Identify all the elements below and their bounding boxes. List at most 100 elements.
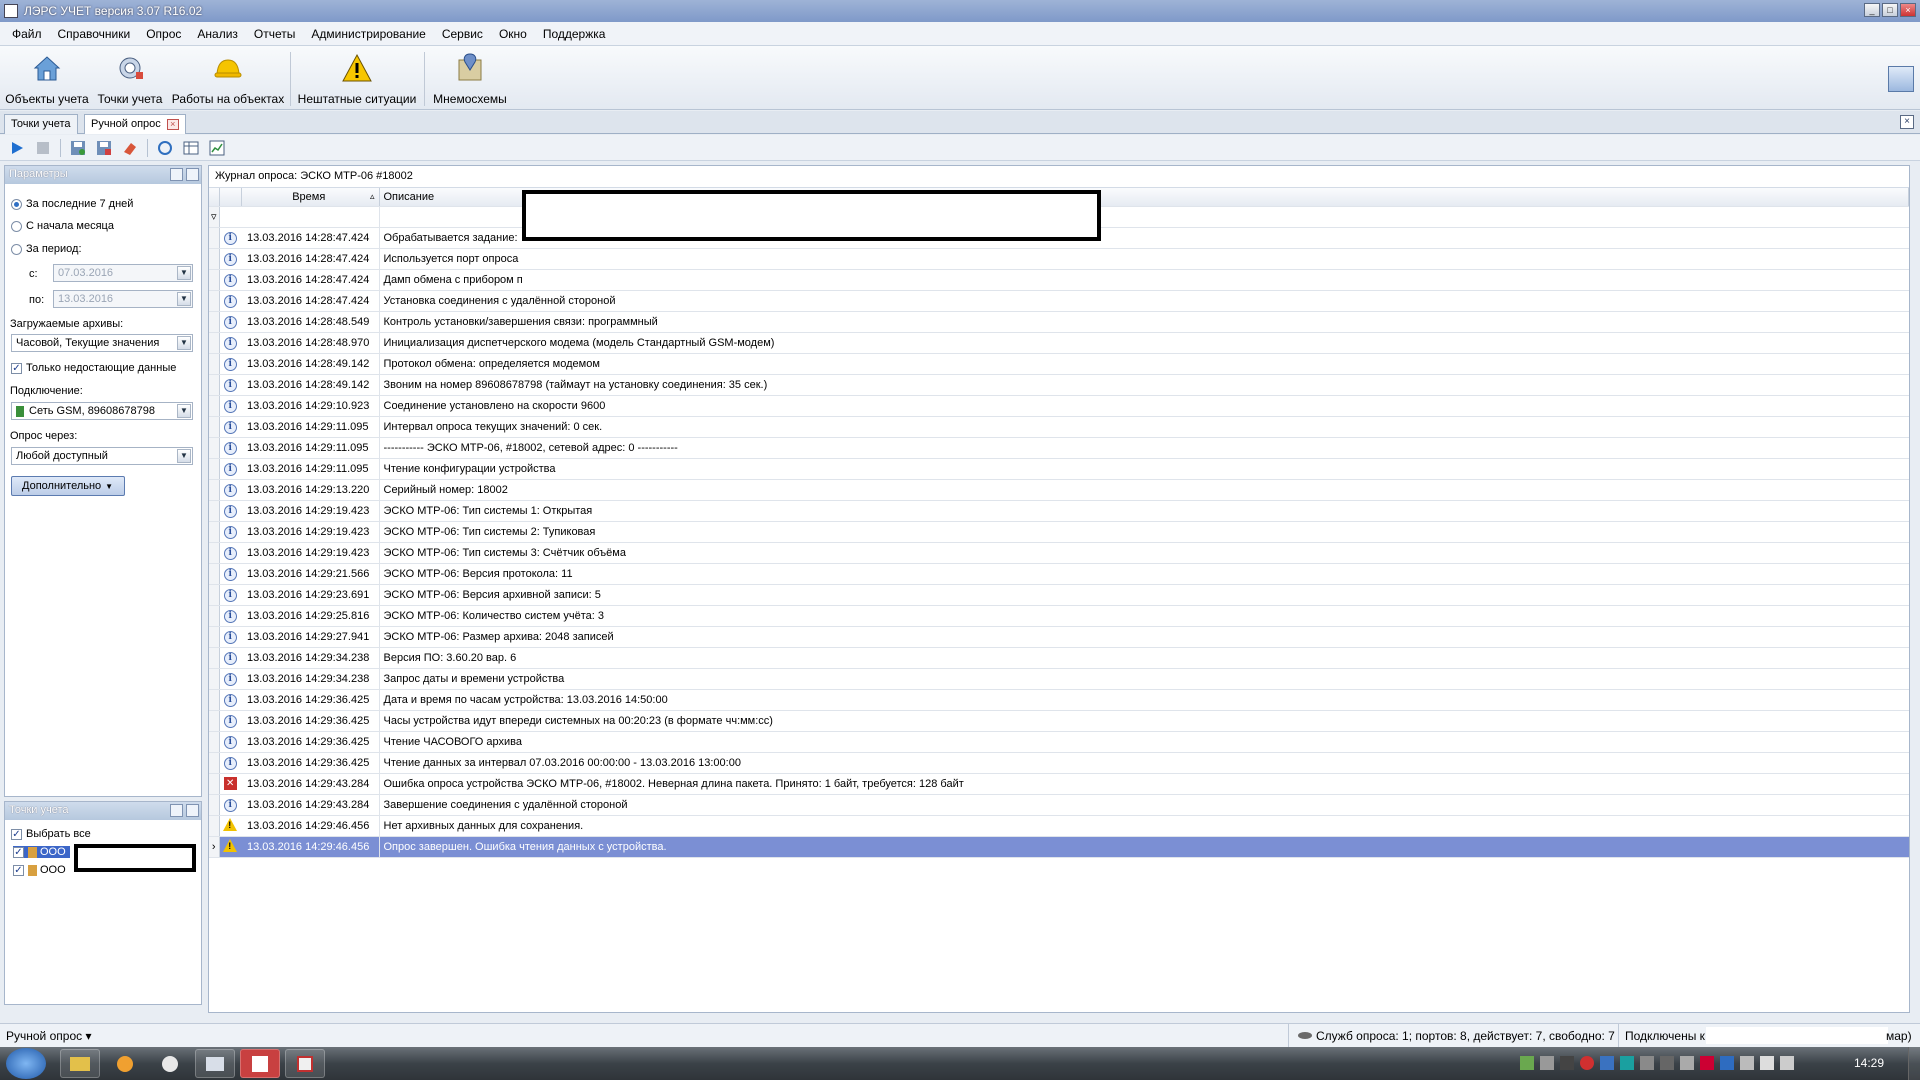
- menu-reports[interactable]: Отчеты: [246, 27, 303, 41]
- signal-icon[interactable]: [1760, 1056, 1774, 1070]
- menu-support[interactable]: Поддержка: [535, 27, 614, 41]
- diagrams-button[interactable]: Мнемосхемы: [430, 50, 510, 108]
- table-row[interactable]: i 13.03.2016 14:29:27.941 ЭСКО МТР-06: Раз…: [209, 626, 1909, 648]
- table-row[interactable]: i 13.03.2016 14:29:23.691 ЭСКО МТР-06: Вер…: [209, 584, 1909, 606]
- pin-icon[interactable]: [186, 804, 199, 817]
- start-poll-button[interactable]: [8, 139, 26, 157]
- tab-close-icon[interactable]: ×: [166, 118, 179, 130]
- table-row[interactable]: i 13.03.2016 14:28:49.142 Протокол обмена:…: [209, 353, 1909, 375]
- table-row[interactable]: i 13.03.2016 14:29:25.816 ЭСКО МТР-06: Кол…: [209, 605, 1909, 627]
- points-button[interactable]: Точки учета: [94, 50, 166, 108]
- table-row[interactable]: i 13.03.2016 14:28:47.424 Используется пор…: [209, 248, 1909, 270]
- option-period[interactable]: За период:: [11, 243, 82, 255]
- table-row[interactable]: i 13.03.2016 14:29:11.095 ----------- ЭСКО…: [209, 437, 1909, 459]
- export-button[interactable]: [95, 139, 113, 157]
- bluetooth-icon[interactable]: [1720, 1056, 1734, 1070]
- table-row[interactable]: i 13.03.2016 14:29:19.423 ЭСКО МТР-06: Тип…: [209, 521, 1909, 543]
- connection-select[interactable]: Сеть GSM, 89608678798 ▼: [11, 402, 193, 420]
- taskbar-media[interactable]: [105, 1049, 145, 1078]
- table-row[interactable]: i 13.03.2016 14:29:19.423 ЭСКО МТР-06: Тип…: [209, 500, 1909, 522]
- table-row[interactable]: i 13.03.2016 14:29:19.423 ЭСКО МТР-06: Тип…: [209, 542, 1909, 564]
- tray-icon[interactable]: [1680, 1056, 1694, 1070]
- pin-icon[interactable]: [186, 168, 199, 181]
- tray-icon[interactable]: [1580, 1056, 1594, 1070]
- menu-file[interactable]: Файл: [4, 27, 50, 41]
- clear-button[interactable]: [121, 139, 139, 157]
- table-row[interactable]: i 13.03.2016 14:29:13.220 Серийный номер: …: [209, 479, 1909, 501]
- layout-toggle-button[interactable]: [1888, 66, 1914, 92]
- tray-icon[interactable]: [1700, 1056, 1714, 1070]
- stop-poll-button[interactable]: [34, 139, 52, 157]
- menu-window[interactable]: Окно: [491, 27, 535, 41]
- option-from-month-start[interactable]: С начала месяца: [11, 220, 114, 232]
- start-button[interactable]: [6, 1048, 46, 1079]
- flag-icon[interactable]: [1740, 1056, 1754, 1070]
- option-last-7-days[interactable]: За последние 7 дней: [11, 198, 133, 210]
- poll-via-select[interactable]: Любой доступный ▼: [11, 447, 193, 465]
- tray-icon[interactable]: [1520, 1056, 1534, 1070]
- table-button[interactable]: [182, 139, 200, 157]
- time-column-header[interactable]: Время ▵: [241, 188, 380, 207]
- taskbar-explorer[interactable]: [60, 1049, 100, 1078]
- taskbar-pdf[interactable]: [240, 1049, 280, 1078]
- table-row[interactable]: i 13.03.2016 14:29:36.425 Чтение ЧАСОВОГО …: [209, 731, 1909, 753]
- menu-poll[interactable]: Опрос: [138, 27, 189, 41]
- taskbar-browser[interactable]: [150, 1049, 190, 1078]
- works-button[interactable]: Работы на объектах: [170, 50, 286, 108]
- taskbar-lers[interactable]: [285, 1049, 325, 1078]
- menu-administration[interactable]: Администрирование: [303, 27, 433, 41]
- table-row[interactable]: ✕ 13.03.2016 14:29:43.284 Ошибка опроса ус…: [209, 773, 1909, 795]
- filter-icon[interactable]: ▿: [209, 206, 220, 228]
- minimize-button[interactable]: _: [1864, 3, 1880, 17]
- table-row[interactable]: i 13.03.2016 14:28:48.549 Контроль установ…: [209, 311, 1909, 333]
- to-date-field[interactable]: 13.03.2016 ▼: [53, 290, 193, 308]
- clock[interactable]: 14:29: [1854, 1056, 1884, 1070]
- tree-item[interactable]: ✓ ООО: [13, 864, 66, 876]
- table-row[interactable]: i 13.03.2016 14:28:47.424 Дамп обмена с пр…: [209, 269, 1909, 291]
- menu-analysis[interactable]: Анализ: [189, 27, 246, 41]
- table-row[interactable]: › 13.03.2016 14:29:46.456Опрос завершен. …: [209, 836, 1909, 858]
- save-button[interactable]: [69, 139, 87, 157]
- only-missing-checkbox[interactable]: ✓ Только недостающие данные: [11, 362, 176, 374]
- tab-manual-poll[interactable]: Ручной опрос ×: [84, 114, 186, 134]
- table-row[interactable]: i 13.03.2016 14:29:21.566 ЭСКО МТР-06: Вер…: [209, 563, 1909, 585]
- table-row[interactable]: i 13.03.2016 14:29:36.425 Чтение данных за…: [209, 752, 1909, 774]
- tray-icon[interactable]: [1620, 1056, 1634, 1070]
- from-date-field[interactable]: 07.03.2016 ▼: [53, 264, 193, 282]
- tree-item[interactable]: ✓ ООО: [13, 846, 70, 858]
- menu-directories[interactable]: Справочники: [50, 27, 139, 41]
- tray-icon[interactable]: [1540, 1056, 1554, 1070]
- tray-icon[interactable]: [1600, 1056, 1614, 1070]
- collapse-icon[interactable]: [170, 804, 183, 817]
- table-row[interactable]: i 13.03.2016 14:29:34.238 Запрос даты и вр…: [209, 668, 1909, 690]
- taskbar-app[interactable]: [195, 1049, 235, 1078]
- tray-icon[interactable]: [1660, 1056, 1674, 1070]
- close-panel-icon[interactable]: ×: [1900, 115, 1914, 129]
- table-row[interactable]: 13.03.2016 14:29:46.456Нет архивных данн…: [209, 815, 1909, 837]
- emergency-button[interactable]: Нештатные ситуации: [296, 50, 418, 108]
- extra-options-button[interactable]: Дополнительно ▼: [11, 476, 125, 496]
- table-row[interactable]: i 13.03.2016 14:29:36.425 Часы устройства …: [209, 710, 1909, 732]
- collapse-icon[interactable]: [170, 168, 183, 181]
- table-row[interactable]: i 13.03.2016 14:28:49.142 Звоним на номер …: [209, 374, 1909, 396]
- close-button[interactable]: ×: [1900, 3, 1916, 17]
- tray-icon[interactable]: [1560, 1056, 1574, 1070]
- refresh-button[interactable]: [156, 139, 174, 157]
- table-row[interactable]: i 13.03.2016 14:29:10.923 Соединение устан…: [209, 395, 1909, 417]
- show-desktop-button[interactable]: [1908, 1047, 1920, 1080]
- table-row[interactable]: i 13.03.2016 14:29:11.095 Интервал опроса …: [209, 416, 1909, 438]
- select-all-checkbox[interactable]: ✓ Выбрать все: [11, 828, 91, 840]
- table-row[interactable]: i 13.03.2016 14:28:47.424 Установка соедин…: [209, 290, 1909, 312]
- archives-select[interactable]: Часовой, Текущие значения ▼: [11, 334, 193, 352]
- maximize-button[interactable]: □: [1882, 3, 1898, 17]
- objects-button[interactable]: Объекты учета: [4, 50, 90, 108]
- volume-icon[interactable]: [1780, 1056, 1794, 1070]
- table-row[interactable]: i 13.03.2016 14:29:43.284 Завершение соеди…: [209, 794, 1909, 816]
- menu-service[interactable]: Сервис: [434, 27, 491, 41]
- table-row[interactable]: i 13.03.2016 14:28:48.970 Инициализация ди…: [209, 332, 1909, 354]
- chart-button[interactable]: [208, 139, 226, 157]
- mode-dropdown[interactable]: Ручной опрос ▾: [6, 1029, 91, 1043]
- tray-icon[interactable]: [1640, 1056, 1654, 1070]
- table-row[interactable]: i 13.03.2016 14:29:11.095 Чтение конфигура…: [209, 458, 1909, 480]
- table-row[interactable]: i 13.03.2016 14:29:36.425 Дата и время по …: [209, 689, 1909, 711]
